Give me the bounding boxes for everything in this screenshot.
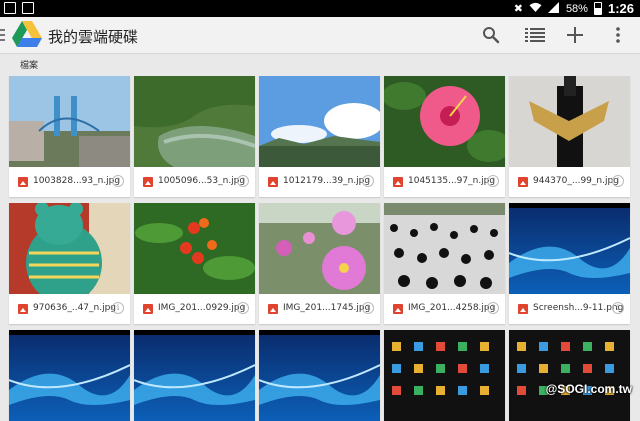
- list-view-icon[interactable]: [523, 23, 547, 47]
- status-indicators: ✖ 58% 1:26: [514, 1, 634, 16]
- file-tile[interactable]: [384, 330, 505, 421]
- info-icon[interactable]: i: [612, 302, 624, 314]
- file-name: 1003828...93_n.jpg: [33, 176, 120, 186]
- notification-icons: [4, 2, 34, 14]
- file-caption: 1005096...53_n.jpgi: [134, 167, 255, 197]
- battery-icon: [594, 2, 602, 15]
- file-tile[interactable]: [259, 330, 380, 421]
- file-caption: 1003828...93_n.jpgi: [9, 167, 130, 197]
- action-bar: 我的雲端硬碟: [0, 17, 640, 54]
- image-file-icon: [143, 304, 153, 314]
- file-name: Screensh...9-11.png: [533, 303, 623, 313]
- file-thumbnail[interactable]: [384, 76, 505, 167]
- image-file-icon: [18, 304, 28, 314]
- file-caption: IMG_201...1745.jpgi: [259, 294, 380, 324]
- info-icon[interactable]: i: [112, 302, 124, 314]
- image-file-icon: [268, 177, 278, 187]
- file-caption: Screensh...9-11.pngi: [509, 294, 630, 324]
- signal-icon: [548, 2, 560, 16]
- file-thumbnail[interactable]: [9, 330, 130, 421]
- file-name: 1012179...39_n.jpg: [283, 176, 370, 186]
- file-thumbnail[interactable]: [384, 203, 505, 294]
- file-thumbnail[interactable]: [9, 203, 130, 294]
- battery-percent: 58%: [566, 3, 588, 15]
- file-caption: 1012179...39_n.jpgi: [259, 167, 380, 197]
- file-thumbnail[interactable]: [9, 76, 130, 167]
- overflow-menu-icon[interactable]: [606, 23, 630, 47]
- file-tile[interactable]: IMG_201...4258.jpgi: [384, 203, 505, 324]
- file-thumbnail[interactable]: [259, 330, 380, 421]
- image-file-icon: [393, 177, 403, 187]
- info-icon[interactable]: i: [487, 175, 499, 187]
- file-thumbnail[interactable]: [509, 76, 630, 167]
- info-icon[interactable]: i: [487, 302, 499, 314]
- gallery-notification-icon: [22, 2, 34, 14]
- file-thumbnail[interactable]: [134, 76, 255, 167]
- file-thumbnail[interactable]: [509, 203, 630, 294]
- info-icon[interactable]: i: [362, 175, 374, 187]
- file-tile[interactable]: Screensh...9-11.pngi: [509, 203, 630, 324]
- info-icon[interactable]: i: [237, 302, 249, 314]
- mute-icon: ✖: [514, 2, 523, 15]
- watermark: @SOGI.com.tw: [546, 382, 632, 396]
- image-file-icon: [518, 304, 528, 314]
- file-thumbnail[interactable]: [509, 330, 630, 421]
- file-tile[interactable]: IMG_201...1745.jpgi: [259, 203, 380, 324]
- file-thumbnail[interactable]: [259, 76, 380, 167]
- search-icon[interactable]: [479, 23, 503, 47]
- file-name: IMG_201...0929.jpg: [158, 303, 245, 313]
- file-caption: IMG_201...4258.jpgi: [384, 294, 505, 324]
- image-file-icon: [518, 177, 528, 187]
- add-icon[interactable]: [563, 23, 587, 47]
- file-caption: IMG_201...0929.jpgi: [134, 294, 255, 324]
- file-thumbnail[interactable]: [134, 330, 255, 421]
- breadcrumb[interactable]: 檔案: [20, 58, 38, 71]
- file-caption: 1045135...97_n.jpgi: [384, 167, 505, 197]
- file-tile[interactable]: 1012179...39_n.jpgi: [259, 76, 380, 197]
- file-name: 1005096...53_n.jpg: [158, 176, 245, 186]
- google-drive-logo-icon[interactable]: [12, 20, 42, 48]
- wifi-icon: [529, 2, 542, 16]
- file-tile[interactable]: 1045135...97_n.jpgi: [384, 76, 505, 197]
- info-icon[interactable]: i: [362, 302, 374, 314]
- info-icon[interactable]: i: [237, 175, 249, 187]
- file-name: 944370_...99_n.jpg: [533, 176, 619, 186]
- info-icon[interactable]: i: [612, 175, 624, 187]
- status-bar: ✖ 58% 1:26: [0, 0, 640, 17]
- file-caption: 944370_...99_n.jpgi: [509, 167, 630, 197]
- file-tile[interactable]: 944370_...99_n.jpgi: [509, 76, 630, 197]
- file-name: 970636_..47_n.jpg: [33, 303, 116, 313]
- drawer-toggle-icon[interactable]: [0, 29, 6, 41]
- page-title: 我的雲端硬碟: [48, 26, 138, 47]
- file-tile[interactable]: 1003828...93_n.jpgi: [9, 76, 130, 197]
- notification-icon: [4, 2, 16, 14]
- file-tile[interactable]: 1005096...53_n.jpgi: [134, 76, 255, 197]
- file-tile[interactable]: [9, 330, 130, 421]
- file-name: 1045135...97_n.jpg: [408, 176, 495, 186]
- file-thumbnail[interactable]: [384, 330, 505, 421]
- file-tile[interactable]: [134, 330, 255, 421]
- clock: 1:26: [608, 1, 634, 16]
- image-file-icon: [18, 177, 28, 187]
- file-tile[interactable]: IMG_201...0929.jpgi: [134, 203, 255, 324]
- file-name: IMG_201...1745.jpg: [283, 303, 370, 313]
- info-icon[interactable]: i: [112, 175, 124, 187]
- image-file-icon: [143, 177, 153, 187]
- file-caption: 970636_..47_n.jpgi: [9, 294, 130, 324]
- file-tile[interactable]: 970636_..47_n.jpgi: [9, 203, 130, 324]
- image-file-icon: [393, 304, 403, 314]
- file-thumbnail[interactable]: [259, 203, 380, 294]
- file-name: IMG_201...4258.jpg: [408, 303, 495, 313]
- file-tile[interactable]: [509, 330, 630, 421]
- image-file-icon: [268, 304, 278, 314]
- file-thumbnail[interactable]: [134, 203, 255, 294]
